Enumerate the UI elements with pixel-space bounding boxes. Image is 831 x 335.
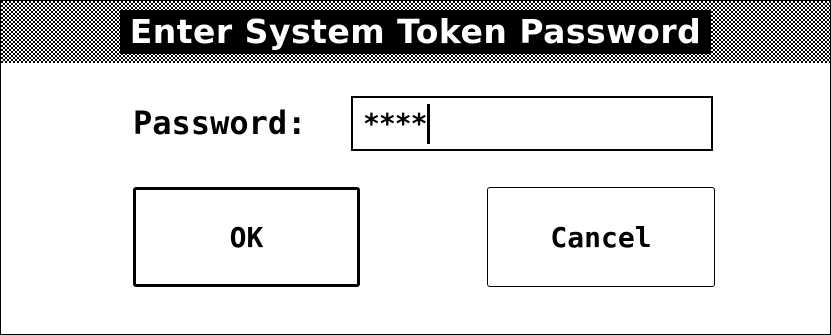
text-cursor	[427, 103, 431, 144]
token-password-dialog: Enter System Token Password Password: **…	[0, 0, 831, 335]
dialog-titlebar: Enter System Token Password	[1, 1, 830, 63]
password-masked-value: ****	[363, 107, 427, 140]
ok-button-label: OK	[229, 220, 264, 254]
cancel-button-label: Cancel	[550, 220, 652, 254]
password-label: Password:	[133, 104, 307, 142]
cancel-button[interactable]: Cancel	[487, 187, 715, 287]
password-input[interactable]: ****	[351, 96, 713, 151]
ok-button[interactable]: OK	[133, 187, 360, 287]
dialog-title: Enter System Token Password	[119, 10, 712, 54]
